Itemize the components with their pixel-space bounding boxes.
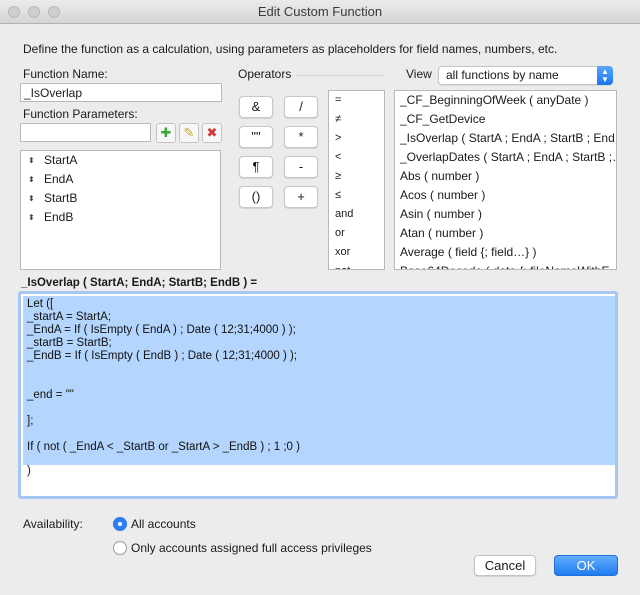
- ok-button[interactable]: OK: [554, 555, 618, 576]
- calc-line: _EndB = If ( IsEmpty ( EndB ) ; Date ( 1…: [27, 350, 298, 362]
- calculation-editor[interactable]: Let ([ _startA = StartA; _EndA = If ( Is…: [18, 291, 618, 499]
- list-item[interactable]: ⬍ StartA: [21, 151, 220, 170]
- radio-full-access-accounts-label[interactable]: Only accounts assigned full access privi…: [131, 541, 372, 555]
- operator-button-parentheses[interactable]: (): [239, 186, 273, 208]
- operator-button-plus[interactable]: +: [284, 186, 318, 208]
- availability-label: Availability:: [23, 517, 83, 531]
- plus-icon: ✚: [160, 125, 172, 140]
- calc-line: ];: [27, 415, 34, 427]
- list-item[interactable]: ⬍ EndA: [21, 170, 220, 189]
- function-list-item[interactable]: Acos ( number ): [395, 186, 616, 205]
- calc-line: _end = "": [27, 389, 74, 401]
- intro-text: Define the function as a calculation, us…: [23, 42, 558, 56]
- function-list-item[interactable]: _CF_BeginningOfWeek ( anyDate ): [395, 91, 616, 110]
- operator-button-return[interactable]: ¶: [239, 156, 273, 178]
- edit-parameter-button[interactable]: ✎: [179, 123, 199, 143]
- calc-line: Let ([: [27, 298, 54, 310]
- operator-list-item[interactable]: ≤: [329, 186, 384, 205]
- parameter-list[interactable]: ⬍ StartA ⬍ EndA ⬍ StartB ⬍ EndB: [20, 150, 221, 270]
- radio-all-accounts[interactable]: [113, 517, 127, 531]
- operator-button-minus[interactable]: -: [284, 156, 318, 178]
- delete-parameter-button[interactable]: ✖: [202, 123, 222, 143]
- drag-handle-icon[interactable]: ⬍: [28, 189, 44, 208]
- operators-label: Operators: [238, 67, 292, 81]
- operator-list-item[interactable]: =: [329, 91, 384, 110]
- function-list[interactable]: _CF_BeginningOfWeek ( anyDate ) _CF_GetD…: [394, 90, 617, 270]
- operator-list-item[interactable]: >: [329, 129, 384, 148]
- function-list-item[interactable]: Abs ( number ): [395, 167, 616, 186]
- calc-line: _startB = StartB;: [27, 337, 112, 349]
- text-selection-highlight: [23, 296, 615, 465]
- window-title: Edit Custom Function: [257, 4, 383, 19]
- x-icon: ✖: [206, 125, 218, 140]
- calc-line: ): [27, 465, 31, 477]
- cancel-button[interactable]: Cancel: [474, 555, 536, 576]
- function-name-label: Function Name:: [23, 67, 108, 81]
- drag-handle-icon[interactable]: ⬍: [28, 151, 44, 170]
- view-select[interactable]: all functions by name ▲ ▼: [438, 66, 613, 85]
- operator-list-item[interactable]: and: [329, 205, 384, 224]
- function-list-item[interactable]: _IsOverlap ( StartA ; EndA ; StartB ; En…: [395, 129, 616, 148]
- view-label: View: [406, 67, 432, 81]
- radio-full-access-accounts[interactable]: [113, 541, 127, 555]
- calc-line: _startA = StartA;: [27, 311, 112, 323]
- parameter-input[interactable]: [20, 123, 151, 142]
- operator-button-quotes[interactable]: "": [239, 126, 273, 148]
- operator-list[interactable]: = ≠ > < ≥ ≤ and or xor not: [328, 90, 385, 270]
- operator-button-concat[interactable]: &: [239, 96, 273, 118]
- function-list-item[interactable]: _OverlapDates ( StartA ; EndA ; StartB ;…: [395, 148, 616, 167]
- calc-line: _EndA = If ( IsEmpty ( EndA ) ; Date ( 1…: [27, 324, 296, 336]
- operator-list-item[interactable]: or: [329, 224, 384, 243]
- operator-list-item[interactable]: ≠: [329, 110, 384, 129]
- operator-list-item[interactable]: not: [329, 262, 384, 269]
- chevron-updown-icon: ▲ ▼: [597, 66, 613, 85]
- operator-list-item[interactable]: <: [329, 148, 384, 167]
- function-list-item[interactable]: Base64Decode ( data {; fileNameWithE…: [395, 262, 616, 269]
- add-parameter-button[interactable]: ✚: [156, 123, 176, 143]
- list-item[interactable]: ⬍ EndB: [21, 208, 220, 227]
- drag-handle-icon[interactable]: ⬍: [28, 170, 44, 189]
- function-parameters-label: Function Parameters:: [23, 107, 138, 121]
- operator-list-item[interactable]: ≥: [329, 167, 384, 186]
- pencil-icon: ✎: [183, 125, 195, 140]
- calc-line: If ( not ( _EndA < _StartB or _StartA > …: [27, 441, 300, 453]
- function-signature: _IsOverlap ( StartA; EndA; StartB; EndB …: [21, 277, 258, 289]
- list-item[interactable]: ⬍ StartB: [21, 189, 220, 208]
- view-select-value: all functions by name: [446, 68, 559, 82]
- drag-handle-icon[interactable]: ⬍: [28, 208, 44, 227]
- function-list-item[interactable]: _CF_GetDevice: [395, 110, 616, 129]
- function-name-field[interactable]: _IsOverlap: [20, 83, 222, 102]
- operator-list-item[interactable]: xor: [329, 243, 384, 262]
- operator-button-divide[interactable]: /: [284, 96, 318, 118]
- function-list-item[interactable]: Atan ( number ): [395, 224, 616, 243]
- radio-all-accounts-label[interactable]: All accounts: [131, 517, 196, 531]
- title-bar: Edit Custom Function: [0, 0, 640, 24]
- function-list-item[interactable]: Asin ( number ): [395, 205, 616, 224]
- operators-divider: [296, 75, 384, 76]
- operator-button-multiply[interactable]: *: [284, 126, 318, 148]
- function-list-item[interactable]: Average ( field {; field…} ): [395, 243, 616, 262]
